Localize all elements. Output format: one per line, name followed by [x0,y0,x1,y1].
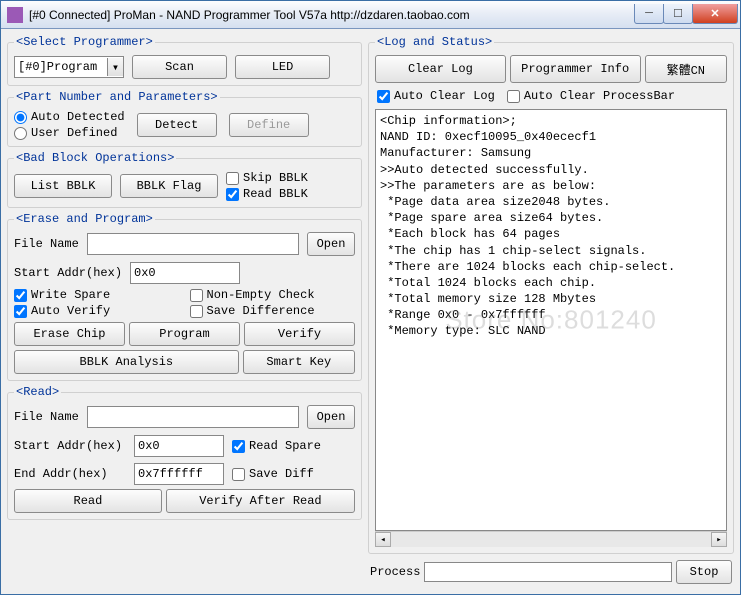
read-startaddr-input[interactable] [134,435,224,457]
auto-clear-process-checkbox[interactable]: Auto Clear ProcessBar [507,89,675,103]
read-spare-checkbox[interactable]: Read Spare [232,439,321,453]
lang-cn-button[interactable]: 繁體CN [645,55,727,83]
ep-startaddr-label: Start Addr(hex) [14,266,122,280]
auto-detected-radio[interactable]: Auto Detected [14,110,125,124]
scan-button[interactable]: Scan [132,55,227,79]
read-group: <Read> File Name Open Start Addr(hex) Re… [7,385,362,520]
scroll-left-icon[interactable]: ◂ [375,532,391,547]
erase-program-legend: <Erase and Program> [14,212,155,226]
read-endaddr-label: End Addr(hex) [14,467,126,481]
log-status-legend: <Log and Status> [375,35,494,49]
auto-clear-log-checkbox[interactable]: Auto Clear Log [377,89,495,103]
read-save-diff-checkbox[interactable]: Save Diff [232,467,314,481]
bad-block-group: <Bad Block Operations> List BBLK BBLK Fl… [7,151,362,208]
auto-verify-checkbox[interactable]: Auto Verify [14,304,180,318]
non-empty-checkbox[interactable]: Non-Empty Check [190,288,356,302]
user-defined-radio[interactable]: User Defined [14,126,125,140]
process-label: Process [370,565,420,579]
close-button[interactable]: ✕ [692,4,738,24]
app-icon [7,7,23,23]
bblk-flag-button[interactable]: BBLK Flag [120,174,218,198]
select-programmer-group: <Select Programmer> [#0]Program ▾ Scan L… [7,35,362,86]
define-button[interactable]: Define [229,113,309,137]
programmer-combo-value: [#0]Program [18,60,97,74]
read-endaddr-input[interactable] [134,463,224,485]
programmer-info-button[interactable]: Programmer Info [510,55,641,83]
ep-filename-label: File Name [14,237,79,251]
erase-chip-button[interactable]: Erase Chip [14,322,125,346]
erase-program-group: <Erase and Program> File Name Open Start… [7,212,362,381]
log-horizontal-scrollbar[interactable]: ◂ ▸ [375,531,727,547]
write-spare-checkbox[interactable]: Write Spare [14,288,180,302]
read-open-button[interactable]: Open [307,405,355,429]
clear-log-button[interactable]: Clear Log [375,55,506,83]
read-legend: <Read> [14,385,61,399]
ep-filename-input[interactable] [87,233,299,255]
list-bblk-button[interactable]: List BBLK [14,174,112,198]
read-filename-label: File Name [14,410,79,424]
log-textarea[interactable]: <Chip information>; NAND ID: 0xecf10095_… [375,109,727,531]
minimize-button[interactable]: ─ [634,4,664,24]
smart-key-button[interactable]: Smart Key [243,350,355,374]
read-startaddr-label: Start Addr(hex) [14,439,126,453]
led-button[interactable]: LED [235,55,330,79]
process-bar [424,562,672,582]
log-status-group: <Log and Status> Clear Log Programmer In… [368,35,734,554]
programmer-combo[interactable]: [#0]Program ▾ [14,56,124,78]
scroll-right-icon[interactable]: ▸ [711,532,727,547]
ep-open-button[interactable]: Open [307,232,355,256]
bad-block-legend: <Bad Block Operations> [14,151,176,165]
program-button[interactable]: Program [129,322,240,346]
chevron-down-icon: ▾ [107,58,123,76]
read-button[interactable]: Read [14,489,162,513]
verify-button[interactable]: Verify [244,322,355,346]
window-title: [#0 Connected] ProMan - NAND Programmer … [29,8,635,22]
titlebar: [#0 Connected] ProMan - NAND Programmer … [1,1,740,29]
detect-button[interactable]: Detect [137,113,217,137]
ep-startaddr-input[interactable] [130,262,240,284]
skip-bblk-checkbox[interactable]: Skip BBLK [226,171,308,185]
part-number-legend: <Part Number and Parameters> [14,90,220,104]
bblk-analysis-button[interactable]: BBLK Analysis [14,350,239,374]
part-number-group: <Part Number and Parameters> Auto Detect… [7,90,362,147]
maximize-button[interactable]: ☐ [663,4,693,24]
stop-button[interactable]: Stop [676,560,732,584]
read-filename-input[interactable] [87,406,299,428]
read-bblk-checkbox[interactable]: Read BBLK [226,187,308,201]
save-diff-checkbox[interactable]: Save Difference [190,304,356,318]
select-programmer-legend: <Select Programmer> [14,35,155,49]
verify-after-read-button[interactable]: Verify After Read [166,489,355,513]
